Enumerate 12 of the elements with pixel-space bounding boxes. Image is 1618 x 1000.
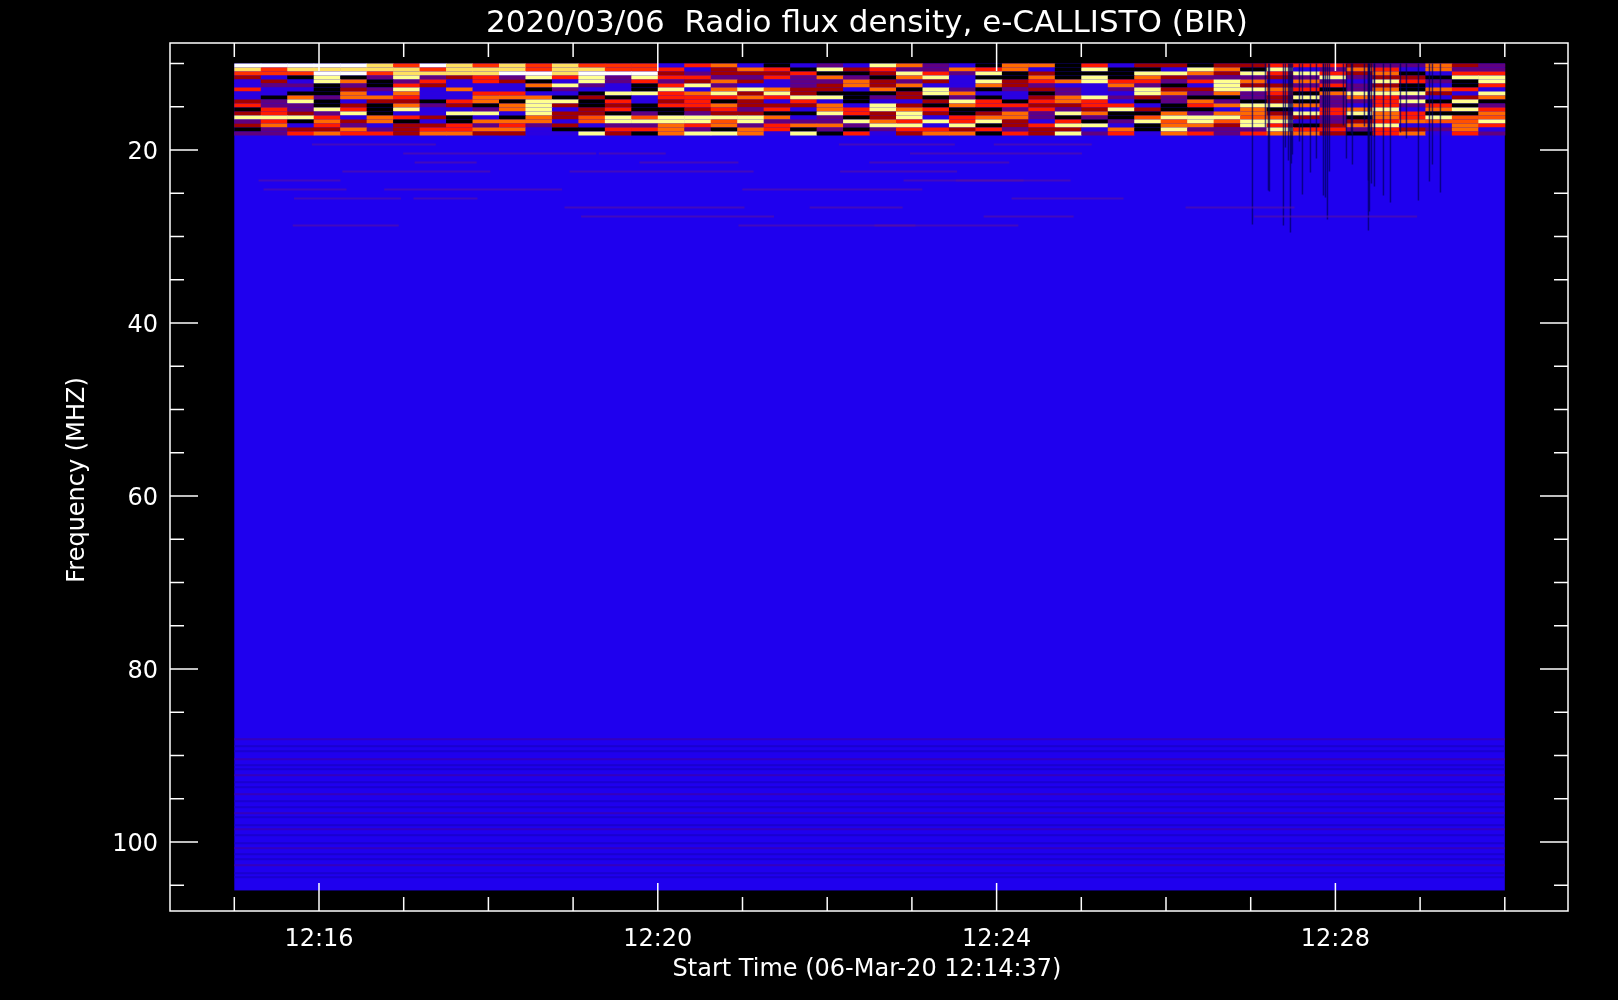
plot-title: 2020/03/06 Radio flux density, e-CALLISTO (BIR)	[486, 3, 1248, 39]
y-tick-label: 20	[127, 137, 158, 165]
y-tick-label: 80	[127, 656, 158, 684]
x-tick-label: 12:16	[284, 924, 354, 952]
y-tick-label: 60	[127, 483, 158, 511]
x-tick-label: 12:20	[623, 924, 693, 952]
y-tick-label: 40	[127, 310, 158, 338]
y-tick-label: 100	[112, 829, 158, 857]
x-tick-label: 12:24	[962, 924, 1032, 952]
x-tick-label: 12:28	[1300, 924, 1370, 952]
x-axis-label: Start Time (06-Mar-20 12:14:37)	[672, 954, 1062, 982]
y-axis-label: Frequency (MHZ)	[62, 377, 90, 583]
